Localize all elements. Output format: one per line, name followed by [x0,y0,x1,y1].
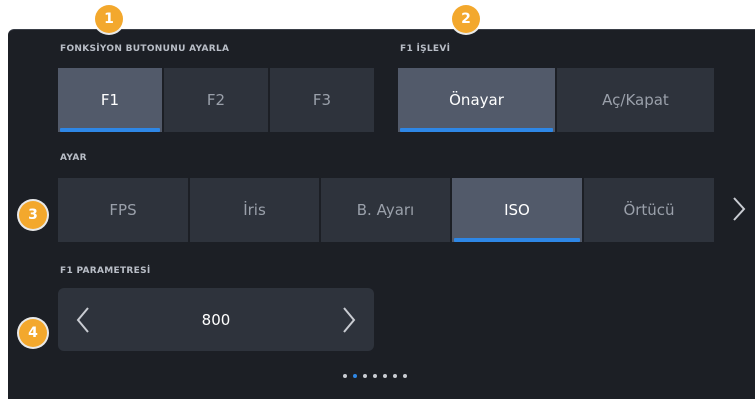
setting-fps[interactable]: FPS [58,178,188,242]
chevron-right-icon[interactable] [732,196,746,222]
page-dot[interactable] [403,374,407,378]
parameter-label: F1 PARAMETRESİ [60,266,151,276]
setting-group: FPS İris B. Ayarı ISO Örtücü [58,178,714,242]
callout-marker-2: 2 [452,5,480,33]
setting-white-balance[interactable]: B. Ayarı [321,178,450,242]
callout-marker-3: 3 [19,201,47,229]
page-indicator [343,374,407,378]
page-dot[interactable] [353,374,357,378]
callout-marker-1: 1 [95,5,123,33]
parameter-stepper[interactable]: 800 [58,288,374,351]
page-dot[interactable] [363,374,367,378]
page-dot[interactable] [343,374,347,378]
setting-shutter[interactable]: Örtücü [584,178,714,242]
setting-label: AYAR [60,153,87,163]
callout-marker-4: 4 [19,319,47,347]
page-dot[interactable] [373,374,377,378]
function-button-label: FONKSİYON BUTONUNU AYARLA [60,44,230,54]
f1-function-group: Önayar Aç/Kapat [398,68,714,132]
setting-iso[interactable]: ISO [452,178,582,242]
page-dot[interactable] [383,374,387,378]
chevron-right-icon[interactable] [342,306,356,334]
parameter-value: 800 [201,310,231,329]
function-button-f3[interactable]: F3 [270,68,374,132]
function-button-f1[interactable]: F1 [58,68,162,132]
f1-function-preset[interactable]: Önayar [398,68,555,132]
page-dot[interactable] [393,374,397,378]
f1-function-toggle[interactable]: Aç/Kapat [557,68,714,132]
f1-function-label: F1 İŞLEVİ [400,44,451,54]
function-button-f2[interactable]: F2 [164,68,268,132]
setting-iris[interactable]: İris [190,178,319,242]
function-button-group: F1 F2 F3 [58,68,374,132]
